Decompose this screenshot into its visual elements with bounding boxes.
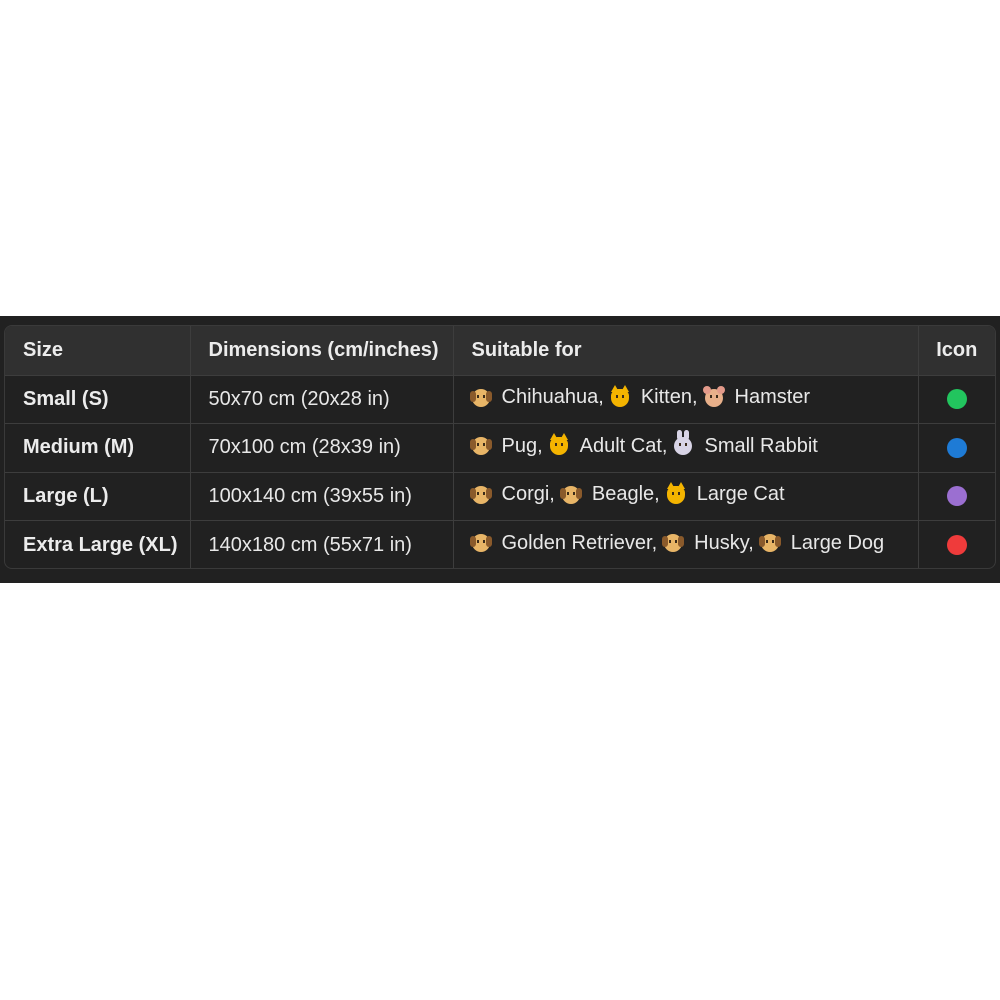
pet-item: Golden Retriever,	[469, 531, 658, 555]
pet-item: Husky,	[662, 531, 754, 555]
suitable-for-cell: Pug, Adult Cat, Small Rabbit	[453, 423, 919, 473]
suitable-for-cell: Golden Retriever, Husky, Large Dog	[453, 520, 919, 568]
header-size: Size	[5, 326, 191, 376]
rabbit-face-icon	[674, 430, 693, 455]
pet-name: Hamster	[734, 386, 811, 408]
cat-face-icon	[549, 433, 568, 455]
blue-circle-icon	[946, 437, 967, 458]
table-header-row: Size Dimensions (cm/inches) Suitable for…	[5, 326, 995, 376]
pet-item: Kitten,	[610, 384, 698, 409]
dog-face-icon	[662, 534, 685, 553]
icon-cell	[918, 472, 995, 521]
pet-item: Pug,	[469, 434, 543, 458]
pet-item: Adult Cat,	[549, 433, 668, 458]
green-circle-icon	[946, 389, 967, 410]
size-table-container: Size Dimensions (cm/inches) Suitable for…	[4, 325, 996, 569]
header-icon: Icon	[918, 326, 995, 376]
dog-face-icon	[469, 485, 492, 504]
cat-face-icon	[610, 384, 629, 407]
dimensions-cell: 70x100 cm (28x39 in)	[190, 423, 454, 473]
pet-name: Pug,	[501, 434, 543, 457]
pet-name: Chihuahua,	[501, 386, 604, 408]
dark-content-band: Size Dimensions (cm/inches) Suitable for…	[0, 316, 1000, 583]
dog-face-icon	[469, 437, 492, 455]
dog-face-icon	[559, 485, 582, 504]
cat-face-icon	[666, 481, 685, 504]
table-row: Extra Large (XL) 140x180 cm (55x71 in) Gol…	[5, 520, 995, 569]
table-row: Large (L) 100x140 cm (39x55 in) Corgi, Beag…	[5, 472, 995, 521]
suitable-for-cell: Corgi, Beagle, Large Cat	[453, 472, 919, 521]
pet-name: Beagle,	[591, 483, 660, 505]
pet-item: Large Dog	[758, 531, 885, 555]
table-row: Small (S) 50x70 cm (20x28 in) Chihuahua, Ki…	[5, 375, 995, 424]
icon-cell	[918, 423, 995, 473]
pet-item: Beagle,	[559, 483, 660, 506]
header-suitable-for: Suitable for	[453, 326, 919, 376]
pet-item: Chihuahua,	[469, 386, 604, 409]
dog-face-icon	[469, 388, 492, 407]
pet-name: Adult Cat,	[579, 434, 668, 457]
dimensions-cell: 140x180 cm (55x71 in)	[190, 520, 454, 568]
pet-name: Large Dog	[790, 531, 885, 554]
size-cell: Small (S)	[5, 375, 191, 424]
header-dimensions: Dimensions (cm/inches)	[190, 326, 454, 376]
size-table: Size Dimensions (cm/inches) Suitable for…	[5, 326, 995, 569]
size-cell: Large (L)	[5, 472, 191, 521]
pet-name: Golden Retriever,	[501, 531, 658, 554]
dog-face-icon	[758, 534, 781, 553]
pet-item: Corgi,	[469, 483, 555, 506]
pet-name: Large Cat	[696, 483, 785, 505]
pet-item: Large Cat	[666, 481, 785, 506]
icon-cell	[918, 375, 995, 424]
dimensions-cell: 50x70 cm (20x28 in)	[190, 375, 454, 424]
pet-name: Corgi,	[501, 483, 555, 505]
size-cell: Medium (M)	[5, 423, 191, 473]
pet-item: Hamster	[702, 385, 811, 409]
pet-item: Small Rabbit	[674, 430, 818, 458]
purple-circle-icon	[946, 486, 967, 507]
size-cell: Extra Large (XL)	[5, 520, 191, 568]
pet-name: Kitten,	[640, 386, 698, 408]
dog-face-icon	[469, 534, 492, 553]
suitable-for-cell: Chihuahua, Kitten, Hamster	[453, 375, 919, 424]
hamster-face-icon	[702, 385, 725, 407]
pet-name: Small Rabbit	[704, 434, 818, 457]
icon-cell	[918, 521, 995, 569]
pet-name: Husky,	[694, 531, 754, 554]
red-circle-icon	[946, 535, 967, 556]
dimensions-cell: 100x140 cm (39x55 in)	[190, 472, 454, 521]
table-row: Medium (M) 70x100 cm (28x39 in) Pug, Adult …	[5, 423, 995, 473]
